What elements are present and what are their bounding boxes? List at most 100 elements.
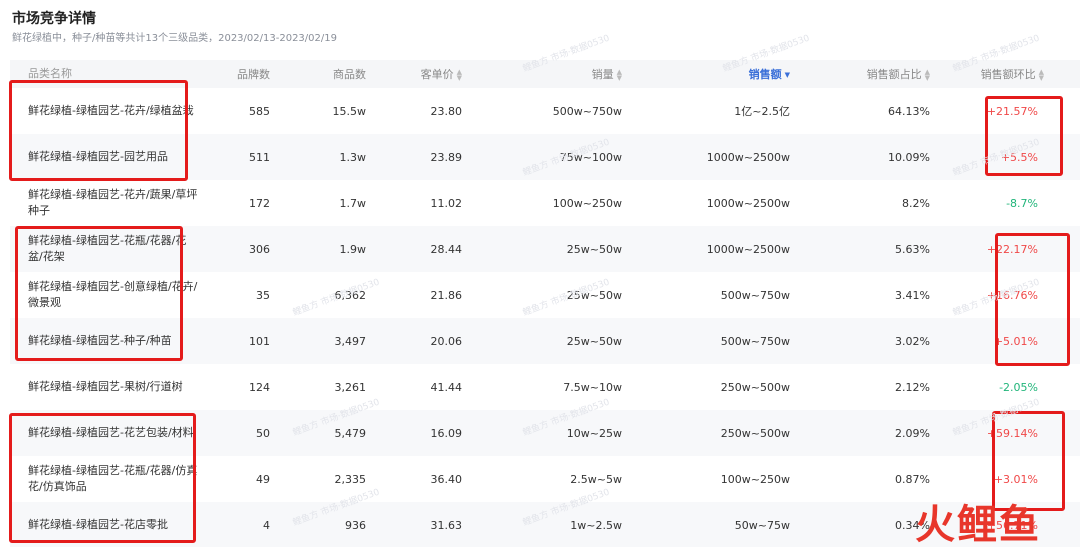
share-cell: 3.41%	[895, 288, 930, 302]
category-cell: 鲜花绿植-绿植园艺-花瓶/花器/仿真花/仿真饰品	[28, 464, 198, 493]
volume-cell: 100w~250w	[552, 196, 622, 210]
brands-cell: 101	[249, 334, 270, 348]
price-cell: 31.63	[430, 518, 463, 532]
mom-cell: +5.01%	[993, 334, 1038, 348]
col-header-sales-label: 销售额	[748, 68, 782, 81]
sales-cell: 500w~750w	[720, 288, 790, 302]
sales-cell: 1000w~2500w	[706, 196, 790, 210]
products-cell: 2,335	[334, 472, 367, 486]
category-cell: 鲜花绿植-绿植园艺-花艺包装/材料	[28, 426, 194, 439]
category-cell: 鲜花绿植-绿植园艺-花瓶/花器/花盆/花架	[28, 234, 187, 263]
brands-cell: 172	[249, 196, 270, 210]
volume-cell: 25w~50w	[566, 288, 622, 302]
category-cell: 鲜花绿植-绿植园艺-花店零批	[28, 518, 168, 531]
table-row[interactable]: 鲜花绿植-绿植园艺-创意绿植/花卉/微景观 35 6,362 21.86 25w~50w…	[10, 272, 1080, 318]
mom-cell: +21.57%	[986, 104, 1038, 118]
col-header-products: 商品数	[333, 68, 366, 81]
brand-logo: 火鲤鱼	[915, 495, 1080, 547]
products-cell: 15.5w	[332, 104, 367, 118]
col-header-share[interactable]: 销售额占比 ▲ ▼	[790, 66, 930, 82]
price-cell: 28.44	[430, 242, 463, 256]
logo-text: 火鲤鱼	[915, 502, 1041, 547]
category-cell: 鲜花绿植-绿植园艺-花卉/蔬果/草坪种子	[28, 188, 198, 217]
table-row[interactable]: 鲜花绿植-绿植园艺-花艺包装/材料 50 5,479 16.09 10w~25w 250w…	[10, 410, 1080, 456]
products-cell: 5,479	[334, 426, 367, 440]
sales-cell: 1000w~2500w	[706, 150, 790, 164]
table-row[interactable]: 鲜花绿植-绿植园艺-园艺用品 511 1.3w 23.89 75w~100w 1000w~…	[10, 134, 1080, 180]
col-header-sales[interactable]: 销售额 ▼	[622, 66, 790, 82]
share-cell: 5.63%	[895, 242, 930, 256]
price-cell: 41.44	[430, 380, 463, 394]
brands-cell: 4	[263, 518, 270, 532]
sales-cell: 100w~250w	[720, 472, 790, 486]
volume-cell: 25w~50w	[566, 334, 622, 348]
price-cell: 36.40	[430, 472, 463, 486]
products-cell: 1.9w	[339, 242, 367, 256]
page-title: 市场竞争详情	[12, 11, 96, 27]
brands-cell: 49	[256, 472, 270, 486]
products-cell: 3,261	[334, 380, 367, 394]
table-body: 鲜花绿植-绿植园艺-花卉/绿植盆栽 585 15.5w 23.80 500w~750w 1…	[10, 88, 1080, 547]
sales-cell: 250w~500w	[720, 380, 790, 394]
products-cell: 1.7w	[339, 196, 367, 210]
brands-cell: 35	[256, 288, 270, 302]
volume-cell: 2.5w~5w	[570, 472, 622, 486]
col-header-mom-label: 销售额环比	[980, 68, 1036, 81]
mom-cell: +22.17%	[986, 242, 1038, 256]
table-row[interactable]: 鲜花绿植-绿植园艺-种子/种苗 101 3,497 20.06 25w~50w 500w~…	[10, 318, 1080, 364]
products-cell: 1.3w	[339, 150, 367, 164]
share-cell: 2.12%	[895, 380, 930, 394]
category-cell: 鲜花绿植-绿植园艺-果树/行道树	[28, 380, 183, 393]
volume-cell: 75w~100w	[559, 150, 622, 164]
col-header-price-label: 客单价	[420, 68, 454, 81]
col-header-mom[interactable]: 销售额环比 ▲ ▼	[930, 66, 1058, 82]
share-cell: 0.87%	[895, 472, 930, 486]
volume-cell: 1w~2.5w	[570, 518, 622, 532]
table-row[interactable]: 鲜花绿植-绿植园艺-花瓶/花器/花盆/花架 306 1.9w 28.44 25w~50w…	[10, 226, 1080, 272]
category-cell: 鲜花绿植-绿植园艺-创意绿植/花卉/微景观	[28, 280, 198, 309]
share-cell: 10.09%	[888, 150, 930, 164]
price-cell: 20.06	[430, 334, 463, 348]
col-header-price[interactable]: 客单价 ▲ ▼	[366, 66, 462, 82]
brands-cell: 50	[256, 426, 270, 440]
price-cell: 23.89	[430, 150, 463, 164]
col-header-volume[interactable]: 销量 ▲ ▼	[462, 66, 622, 82]
category-cell: 鲜花绿植-绿植园艺-种子/种苗	[28, 334, 172, 347]
mom-cell: +3.01%	[993, 472, 1038, 486]
brands-cell: 124	[249, 380, 270, 394]
share-cell: 2.09%	[895, 426, 930, 440]
competition-table: 品类名称 品牌数 商品数 客单价 ▲ ▼ 销量 ▲ ▼ 销售额 ▼ 销售额占比 ▲ ▼ 销售额…	[10, 60, 1080, 547]
col-header-brands: 品牌数	[237, 68, 270, 81]
volume-cell: 500w~750w	[552, 104, 622, 118]
sales-cell: 250w~500w	[720, 426, 790, 440]
col-header-share-label: 销售额占比	[866, 68, 922, 81]
mom-cell: +59.14%	[986, 426, 1038, 440]
table-header: 品类名称 品牌数 商品数 客单价 ▲ ▼ 销量 ▲ ▼ 销售额 ▼ 销售额占比 ▲ ▼ 销售额…	[10, 60, 1080, 88]
brands-cell: 585	[249, 104, 270, 118]
share-cell: 0.34%	[895, 518, 930, 532]
table-row[interactable]: 鲜花绿植-绿植园艺-果树/行道树 124 3,261 41.44 7.5w~10w 250…	[10, 364, 1080, 410]
products-cell: 6,362	[334, 288, 367, 302]
table-row[interactable]: 鲜花绿植-绿植园艺-花卉/蔬果/草坪种子 172 1.7w 11.02 100w~250…	[10, 180, 1080, 226]
sales-cell: 50w~75w	[734, 518, 790, 532]
table-row[interactable]: 鲜花绿植-绿植园艺-花卉/绿植盆栽 585 15.5w 23.80 500w~750w 1…	[10, 88, 1080, 134]
sort-icon[interactable]: ▲ ▼	[1039, 69, 1044, 82]
brands-cell: 306	[249, 242, 270, 256]
price-cell: 23.80	[430, 104, 463, 118]
price-cell: 16.09	[430, 426, 463, 440]
products-cell: 3,497	[334, 334, 367, 348]
products-cell: 936	[345, 518, 366, 532]
sales-cell: 1亿~2.5亿	[734, 105, 790, 118]
mom-cell: +5.5%	[1000, 150, 1038, 164]
mom-cell: +16.76%	[986, 288, 1038, 302]
col-header-category: 品类名称	[28, 67, 72, 80]
mom-cell: -8.7%	[1006, 196, 1038, 210]
category-cell: 鲜花绿植-绿植园艺-园艺用品	[28, 150, 168, 163]
sales-cell: 500w~750w	[720, 334, 790, 348]
price-cell: 11.02	[430, 196, 463, 210]
volume-cell: 10w~25w	[566, 426, 622, 440]
volume-cell: 7.5w~10w	[563, 380, 622, 394]
share-cell: 64.13%	[888, 104, 930, 118]
price-cell: 21.86	[430, 288, 463, 302]
share-cell: 3.02%	[895, 334, 930, 348]
